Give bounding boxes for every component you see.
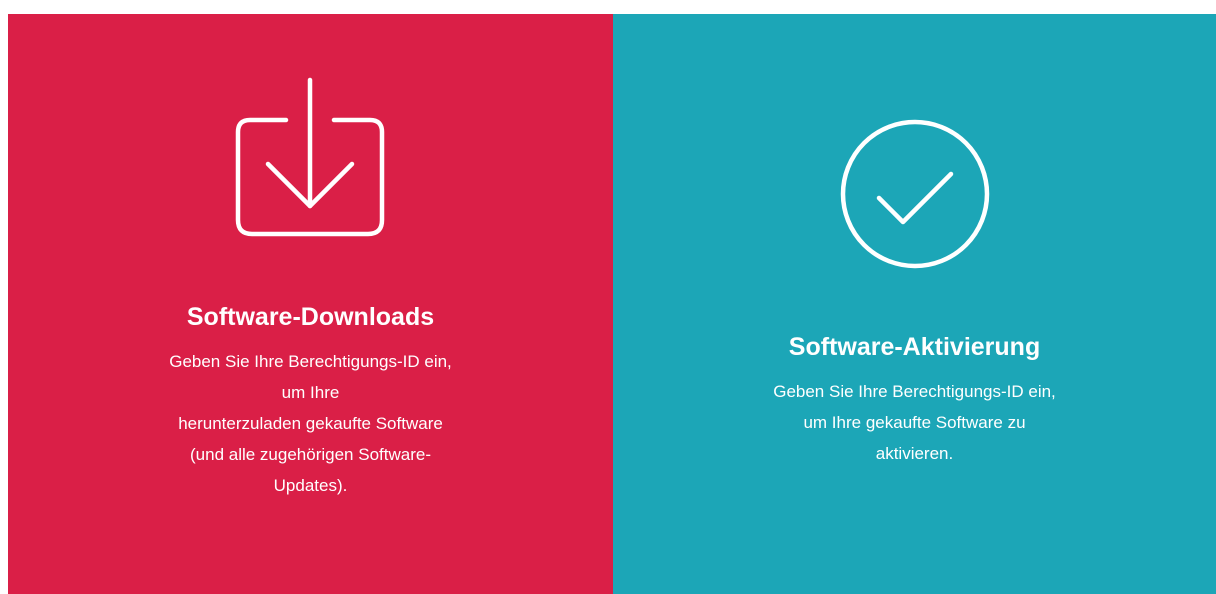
software-tiles-row: Software-Downloads Geben Sie Ihre Berech… bbox=[8, 14, 1216, 594]
checkmark-circle-icon bbox=[840, 119, 990, 269]
downloads-text-block: Software-Downloads Geben Sie Ihre Berech… bbox=[8, 300, 613, 501]
software-activation-tile[interactable]: Software-Aktivierung Geben Sie Ihre Bere… bbox=[613, 14, 1216, 594]
downloads-description-line: herunterzuladen gekaufte Software bbox=[178, 414, 443, 433]
activation-description-line: um Ihre gekaufte Software zu bbox=[803, 413, 1026, 432]
activation-description-line: aktivieren. bbox=[875, 444, 954, 463]
downloads-description-line: Geben Sie Ihre Berechtigungs-ID ein, bbox=[169, 352, 452, 371]
activation-text-block: Software-Aktivierung Geben Sie Ihre Bere… bbox=[613, 330, 1216, 469]
activation-description: Geben Sie Ihre Berechtigungs-ID ein, um … bbox=[730, 376, 1100, 469]
software-downloads-tile[interactable]: Software-Downloads Geben Sie Ihre Berech… bbox=[8, 14, 613, 594]
download-icon bbox=[235, 77, 385, 237]
downloads-description-line: Updates). bbox=[273, 476, 348, 495]
activation-description-line: Geben Sie Ihre Berechtigungs-ID ein, bbox=[773, 382, 1056, 401]
downloads-title[interactable]: Software-Downloads bbox=[8, 300, 613, 334]
downloads-description-line: (und alle zugehörigen Software- bbox=[190, 445, 431, 464]
activation-title[interactable]: Software-Aktivierung bbox=[613, 330, 1216, 364]
downloads-description-line: um Ihre bbox=[281, 383, 340, 402]
downloads-description: Geben Sie Ihre Berechtigungs-ID ein, um … bbox=[131, 346, 491, 501]
